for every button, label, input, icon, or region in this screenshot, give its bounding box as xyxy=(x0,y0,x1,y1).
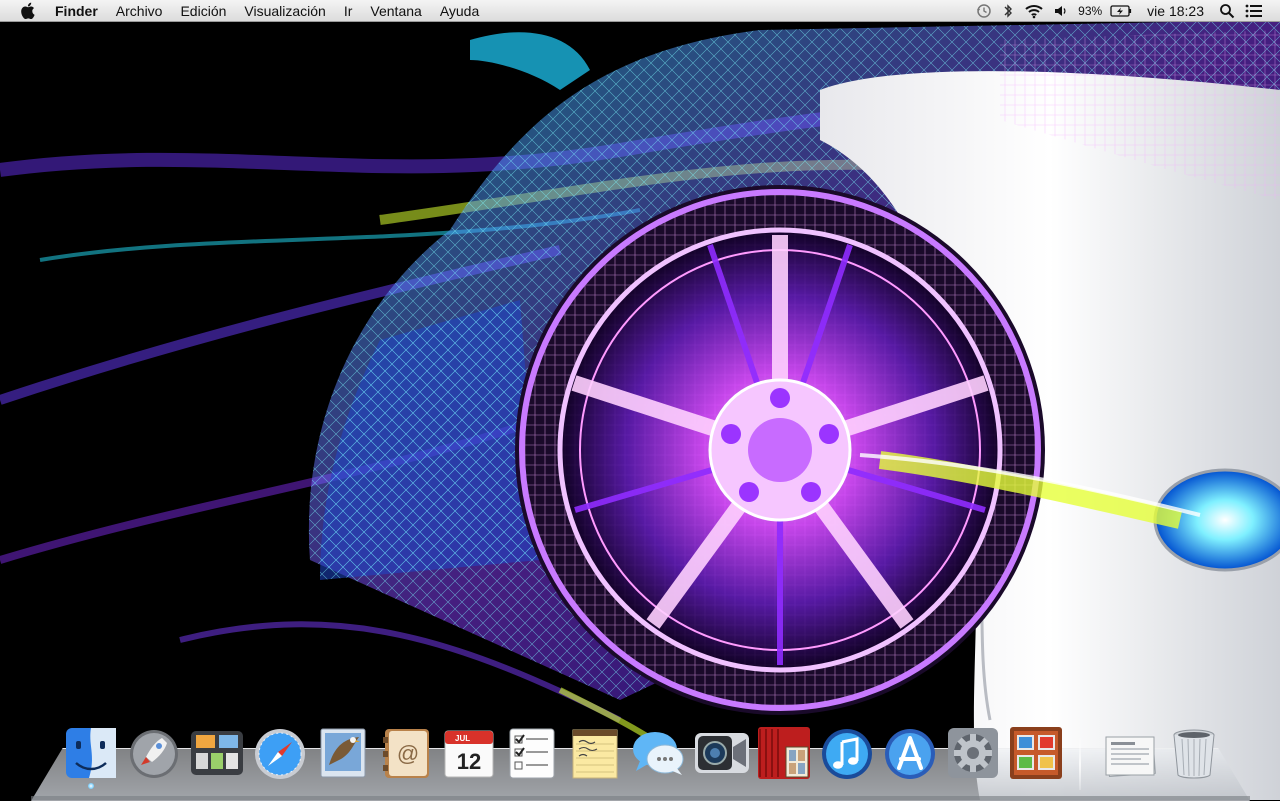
contacts-icon: @ xyxy=(383,729,429,778)
calendar-icon: JUL 12 xyxy=(444,730,494,778)
dock-launchpad[interactable] xyxy=(126,725,182,783)
finder-icon xyxy=(66,728,116,778)
dock-photo-booth[interactable] xyxy=(756,725,812,783)
dock-shelf-edge xyxy=(31,796,1250,800)
dock-calendar[interactable]: JUL 12 xyxy=(441,725,497,783)
notes-icon xyxy=(572,729,618,779)
dock-facetime[interactable] xyxy=(693,725,749,783)
dock-safari[interactable] xyxy=(252,725,308,783)
mail-icon xyxy=(320,728,366,778)
mission-control-icon xyxy=(191,731,243,775)
itunes-icon xyxy=(822,729,872,779)
dock-messages[interactable] xyxy=(630,725,686,783)
bluetooth-icon[interactable] xyxy=(1002,0,1014,22)
dock-mail[interactable] xyxy=(315,725,371,783)
photo-album-icon xyxy=(1010,727,1062,779)
volume-icon[interactable] xyxy=(1054,0,1068,22)
dock-photo-app[interactable] xyxy=(1008,725,1064,783)
battery-percentage[interactable]: 93% xyxy=(1078,4,1102,18)
menubar-clock[interactable]: vie 18:23 xyxy=(1147,3,1204,19)
calendar-month: JUL xyxy=(455,734,470,743)
dock-itunes[interactable] xyxy=(819,725,875,783)
menu-visualizacion[interactable]: Visualización xyxy=(235,0,334,22)
dock-trash[interactable] xyxy=(1166,725,1222,783)
dock-mission-control[interactable] xyxy=(189,725,245,783)
menu-app-finder[interactable]: Finder xyxy=(46,0,107,22)
spotlight-icon[interactable] xyxy=(1219,0,1235,22)
list-icon[interactable] xyxy=(1245,0,1263,22)
documents-stack-icon xyxy=(1105,736,1156,778)
menu-ayuda[interactable]: Ayuda xyxy=(431,0,488,22)
launchpad-icon xyxy=(130,730,178,778)
dock-finder[interactable] xyxy=(63,725,119,789)
trash-icon xyxy=(1173,729,1215,779)
dock-reminders[interactable] xyxy=(504,725,560,783)
dock-notes[interactable] xyxy=(567,725,623,783)
apple-icon[interactable] xyxy=(18,2,36,20)
gear-icon xyxy=(948,728,998,778)
battery-icon[interactable] xyxy=(1110,0,1132,22)
calendar-day: 12 xyxy=(457,749,481,774)
app-store-icon xyxy=(885,729,935,779)
photo-booth-icon xyxy=(758,727,810,779)
facetime-icon xyxy=(695,733,749,773)
dock-app-store[interactable] xyxy=(882,725,938,783)
menu-archivo[interactable]: Archivo xyxy=(107,0,172,22)
time-machine-icon[interactable] xyxy=(976,0,992,22)
svg-text:@: @ xyxy=(397,741,419,766)
desktop-wallpaper xyxy=(0,0,1280,800)
running-indicator xyxy=(88,783,94,789)
menu-ventana[interactable]: Ventana xyxy=(361,0,430,22)
dock-system-preferences[interactable] xyxy=(945,725,1001,783)
wifi-icon[interactable] xyxy=(1024,0,1044,22)
dock-documents[interactable] xyxy=(1102,725,1158,783)
menu-ir[interactable]: Ir xyxy=(335,0,362,22)
reminders-icon xyxy=(509,728,555,779)
safari-icon xyxy=(255,729,305,779)
dock-contacts[interactable]: @ xyxy=(378,725,434,783)
menu-bar: Finder Archivo Edición Visualización Ir … xyxy=(0,0,1280,22)
menu-edicion[interactable]: Edición xyxy=(171,0,235,22)
messages-icon xyxy=(633,732,684,775)
